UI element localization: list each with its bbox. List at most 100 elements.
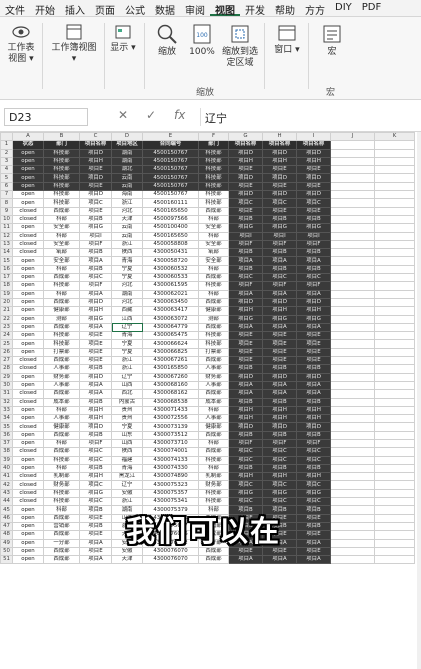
cell[interactable]: 4300061595 xyxy=(142,281,199,291)
cell[interactable]: 项目B xyxy=(228,248,263,258)
cell[interactable]: 项目H xyxy=(296,306,331,316)
cell[interactable] xyxy=(330,422,375,432)
cell[interactable]: 项目A xyxy=(296,256,331,266)
cell[interactable]: 黑龙江 xyxy=(111,472,143,482)
cell[interactable]: 测部 xyxy=(43,314,80,324)
cell[interactable] xyxy=(374,273,415,283)
cell[interactable]: open xyxy=(12,181,44,192)
cell[interactable]: 项目E xyxy=(79,165,112,175)
cell[interactable]: 科部 xyxy=(198,231,229,241)
menu-tab[interactable]: 插入 xyxy=(60,0,90,17)
cell[interactable]: 项目E xyxy=(79,355,112,366)
cell[interactable]: 项目H xyxy=(79,306,112,316)
cell[interactable]: 项目G xyxy=(228,488,263,499)
cell[interactable]: 云南 xyxy=(111,173,143,183)
cell[interactable] xyxy=(330,198,375,208)
cell[interactable]: 项目B xyxy=(296,214,331,225)
cell[interactable]: 河北 xyxy=(111,297,143,308)
cell[interactable]: 4300075357 xyxy=(142,488,199,499)
cell[interactable]: 项目A xyxy=(262,380,297,391)
row-header[interactable]: 15 xyxy=(0,256,13,266)
cell[interactable]: 科技部 xyxy=(198,156,229,167)
column-header[interactable]: J xyxy=(330,132,375,142)
cell[interactable] xyxy=(374,497,415,507)
row-header[interactable]: 27 xyxy=(0,355,13,366)
cell[interactable]: 项目D xyxy=(79,173,112,183)
cell[interactable]: 4300063417 xyxy=(142,306,199,316)
cell[interactable]: 4500150767 xyxy=(142,165,199,175)
cell[interactable] xyxy=(330,380,375,391)
cell[interactable]: 辽宁 xyxy=(111,322,143,333)
cell[interactable]: open xyxy=(12,339,44,349)
cell[interactable]: 陕西 xyxy=(111,248,143,258)
cell[interactable] xyxy=(330,256,375,266)
cell[interactable] xyxy=(374,513,415,523)
cell[interactable]: 项目H xyxy=(262,414,297,424)
workbook-views-button[interactable]: 工作簿视图 ▾ xyxy=(48,23,100,65)
cell[interactable] xyxy=(374,455,415,465)
cell[interactable]: 项目F xyxy=(228,438,263,449)
cell[interactable]: 科部 xyxy=(198,289,229,299)
cell[interactable]: 项目C xyxy=(262,497,297,507)
cell[interactable] xyxy=(374,289,415,299)
cell[interactable]: 云南 xyxy=(111,181,143,192)
cell[interactable]: 项目C xyxy=(262,273,297,283)
cell[interactable]: 山西 xyxy=(111,380,143,391)
cell[interactable] xyxy=(374,248,415,258)
cell[interactable]: 项目E xyxy=(296,530,331,540)
cell[interactable]: 西成部 xyxy=(198,322,229,333)
cell[interactable]: 项目D xyxy=(262,148,297,158)
cell[interactable] xyxy=(330,497,375,507)
cell[interactable]: open xyxy=(12,331,44,341)
cell[interactable]: closed xyxy=(12,214,44,225)
row-header[interactable]: 30 xyxy=(0,380,13,391)
cell[interactable]: 湖南 xyxy=(111,148,143,158)
cell[interactable]: open xyxy=(12,430,44,441)
cell[interactable]: 项目C xyxy=(296,480,331,490)
cell[interactable]: 项目B xyxy=(262,364,297,374)
name-box[interactable]: D23 xyxy=(4,108,88,126)
cell[interactable]: 项目H xyxy=(262,156,297,167)
column-header[interactable]: D xyxy=(111,132,143,142)
cell[interactable]: 项目B xyxy=(228,364,263,374)
row-header[interactable]: 45 xyxy=(0,505,13,515)
cell[interactable]: 西成部 xyxy=(43,447,80,457)
cell[interactable]: 人事部 xyxy=(198,414,229,424)
cell[interactable]: closed xyxy=(12,488,44,499)
cell[interactable]: 财务部 xyxy=(198,480,229,490)
cell[interactable] xyxy=(374,505,415,515)
cell[interactable] xyxy=(330,414,375,424)
cell[interactable] xyxy=(330,339,375,349)
column-header[interactable]: I xyxy=(296,132,331,142)
cell[interactable]: 项目A xyxy=(79,256,112,266)
cell[interactable]: 项目D xyxy=(262,297,297,308)
cell[interactable]: 湖南 xyxy=(111,156,143,167)
cell[interactable]: 安全部 xyxy=(198,256,229,266)
row-header[interactable]: 48 xyxy=(0,530,13,540)
cell[interactable]: 西成部 xyxy=(43,546,80,557)
cell[interactable]: closed xyxy=(12,206,44,216)
cell[interactable] xyxy=(330,405,375,416)
cell[interactable]: 项目E xyxy=(228,339,263,349)
cell[interactable]: 项目A xyxy=(262,389,297,399)
cell[interactable]: 项目I xyxy=(262,231,297,241)
cell[interactable]: 项目C xyxy=(262,480,297,490)
cell[interactable]: open xyxy=(12,297,44,308)
cell[interactable]: 宁夏 xyxy=(111,347,143,358)
cell[interactable]: 科部 xyxy=(198,405,229,416)
cell[interactable]: 科技部 xyxy=(43,165,80,175)
row-header[interactable]: 4 xyxy=(0,165,13,175)
cell[interactable]: 科技部 xyxy=(43,331,80,341)
cell[interactable]: 科技部 xyxy=(43,156,80,167)
row-header[interactable]: 40 xyxy=(0,463,13,474)
row-header[interactable]: 25 xyxy=(0,339,13,349)
cell[interactable]: 项目E xyxy=(296,546,331,557)
cell[interactable] xyxy=(374,463,415,474)
cell[interactable] xyxy=(330,306,375,316)
row-header[interactable]: 42 xyxy=(0,480,13,490)
cell[interactable]: 项目A xyxy=(296,322,331,333)
cell[interactable]: 4500150767 xyxy=(142,148,199,158)
cell[interactable]: 福建 xyxy=(111,455,143,465)
cell[interactable]: 4300060533 xyxy=(142,273,199,283)
cell[interactable]: open xyxy=(12,148,44,158)
